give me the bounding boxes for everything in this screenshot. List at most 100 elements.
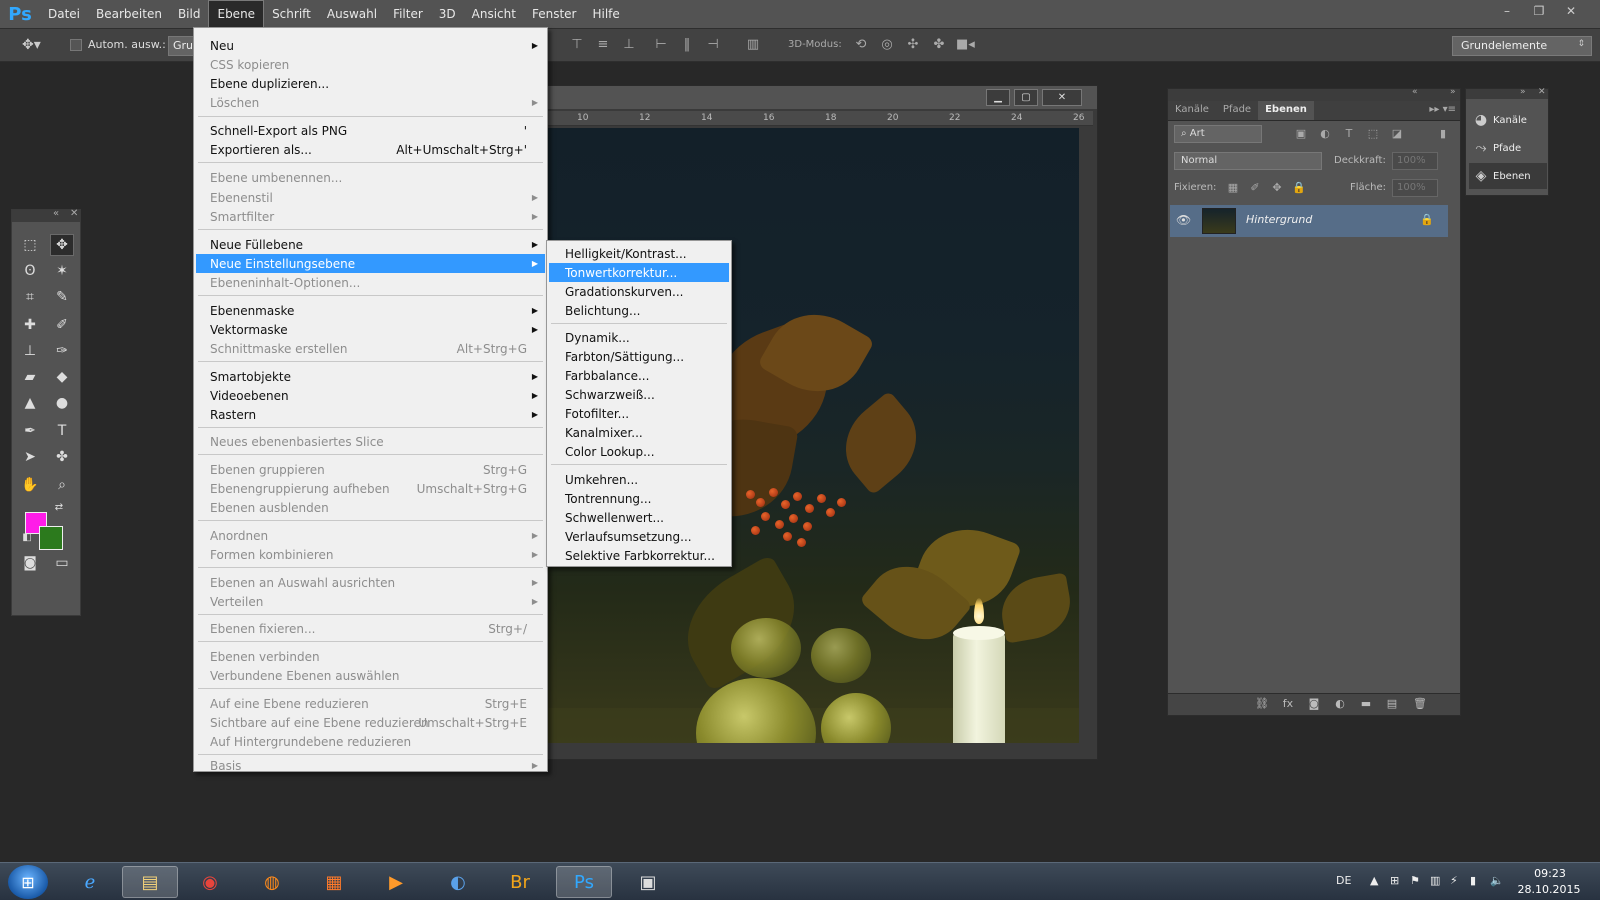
healing-brush-icon[interactable]: ✚	[18, 314, 42, 336]
layer-style-fx-icon[interactable]: fx	[1280, 697, 1296, 713]
dock-pfade[interactable]: ⤳ Pfade	[1469, 135, 1547, 161]
filter-smartobject-icon[interactable]: ◪	[1390, 127, 1404, 141]
globe-app-icon[interactable]: ◐	[430, 866, 486, 898]
menu-item-basis[interactable]: Basis ▶	[196, 759, 545, 773]
brush-tool-icon[interactable]: ✐	[50, 314, 74, 336]
menu-item-rastern[interactable]: Rastern ▶	[196, 405, 545, 424]
doc-minimize-icon[interactable]: ▁	[986, 89, 1010, 106]
swap-colors-icon[interactable]: ⇄	[52, 500, 66, 514]
menu-item-ebenenstil[interactable]: Ebenenstil ▶	[196, 188, 545, 207]
menu-item-ebenen-verbinden[interactable]: Ebenen verbinden	[196, 647, 545, 666]
horizontal-ruler[interactable]: 10 12 14 16 18 20 22 24 26	[540, 111, 1093, 126]
filter-type-icon[interactable]: T	[1342, 127, 1356, 141]
submenu-item-fotofilter[interactable]: Fotofilter...	[549, 404, 729, 423]
menu-item-ebene-umbenennen[interactable]: Ebene umbenennen...	[196, 168, 545, 187]
photoshop-taskbar-icon[interactable]: Ps	[556, 866, 612, 898]
tray-expand-icon[interactable]: ▲	[1370, 874, 1378, 887]
menu-item-ausrichten[interactable]: Ebenen an Auswahl ausrichten ▶	[196, 573, 545, 592]
eraser-tool-icon[interactable]: ▰	[18, 366, 42, 388]
menu-item-sichtbare-reduzieren[interactable]: Sichtbare auf eine Ebene reduzieren Umsch…	[196, 713, 545, 732]
menu-item-exportieren-als[interactable]: Exportieren als... Alt+Umschalt+Strg+'	[196, 140, 545, 159]
delete-layer-icon[interactable]: 🗑	[1412, 697, 1428, 713]
language-indicator[interactable]: DE	[1336, 874, 1351, 887]
marquee-tool-icon[interactable]: ⬚	[18, 234, 42, 256]
media-player-icon[interactable]: ▶	[368, 866, 424, 898]
close-panel-icon[interactable]: ✕	[70, 208, 78, 219]
menu-item-ebenenmaske[interactable]: Ebenenmaske ▶	[196, 301, 545, 320]
tray-power-icon[interactable]: ⚡	[1450, 874, 1458, 887]
menu-item-gruppierung-aufheben[interactable]: Ebenengruppierung aufheben Umschalt+Strg+…	[196, 479, 545, 498]
lock-pixels-icon[interactable]: ✐	[1248, 181, 1262, 195]
start-button[interactable]: ⊞	[8, 865, 48, 899]
blur-tool-icon[interactable]: ▲	[18, 392, 42, 414]
lock-transparency-icon[interactable]: ▦	[1226, 181, 1240, 195]
clipboard-app-icon[interactable]: ▣	[620, 866, 676, 898]
crop-tool-icon[interactable]: ⌗	[18, 286, 42, 308]
menu-item-loeschen[interactable]: Löschen ▶	[196, 93, 545, 112]
submenu-item-tonwertkorrektur[interactable]: Tonwertkorrektur...	[549, 263, 729, 282]
dock-kanaele[interactable]: ◕ Kanäle	[1469, 107, 1547, 133]
menu-datei[interactable]: Datei	[40, 0, 88, 28]
shape-tool-icon[interactable]: ✤	[50, 446, 74, 468]
paint-bucket-icon[interactable]: ◆	[50, 366, 74, 388]
menu-item-vektormaske[interactable]: Vektormaske ▶	[196, 320, 545, 339]
menu-3d[interactable]: 3D	[431, 0, 464, 28]
doc-close-icon[interactable]: ✕	[1042, 89, 1082, 106]
submenu-item-schwarzweiss[interactable]: Schwarzweiß...	[549, 385, 729, 404]
menu-item-verbundene-auswaehlen[interactable]: Verbundene Ebenen auswählen	[196, 666, 545, 685]
submenu-item-farbbalance[interactable]: Farbbalance...	[549, 366, 729, 385]
submenu-item-verlaufsumsetzung[interactable]: Verlaufsumsetzung...	[549, 527, 729, 546]
collapse-icon[interactable]: «	[1412, 87, 1418, 97]
dock-ebenen[interactable]: ◈ Ebenen	[1469, 163, 1547, 189]
auto-select-checkbox[interactable]	[70, 39, 82, 51]
blend-mode-dropdown[interactable]: Normal	[1174, 152, 1322, 170]
close-panel-icon[interactable]: ✕	[1538, 87, 1546, 97]
menu-item-ebene-duplizieren[interactable]: Ebene duplizieren...	[196, 74, 545, 93]
quick-mask-icon[interactable]: ◙	[18, 552, 42, 574]
3d-pan-icon[interactable]: ✣	[904, 37, 922, 55]
tab-ebenen[interactable]: Ebenen	[1258, 101, 1314, 120]
pen-tool-icon[interactable]: ✒	[18, 420, 42, 442]
menu-item-schnell-export[interactable]: Schnell-Export als PNG '	[196, 121, 545, 140]
hand-tool-icon[interactable]: ✋	[18, 474, 42, 496]
new-group-icon[interactable]: ▬	[1358, 697, 1374, 713]
align-right-icon[interactable]: ⊣	[704, 37, 722, 55]
align-top-icon[interactable]: ⊤	[568, 37, 586, 55]
menu-fenster[interactable]: Fenster	[524, 0, 585, 28]
submenu-item-farbton-saettigung[interactable]: Farbton/Sättigung...	[549, 347, 729, 366]
align-left-icon[interactable]: ⊢	[652, 37, 670, 55]
tray-network-icon[interactable]: ▮	[1470, 874, 1476, 887]
visibility-eye-icon[interactable]: 👁	[1176, 213, 1194, 229]
3d-roll-icon[interactable]: ◎	[878, 37, 896, 55]
submenu-item-gradationskurven[interactable]: Gradationskurven...	[549, 282, 729, 301]
minimize-button[interactable]: –	[1494, 2, 1520, 20]
clock-time[interactable]: 09:23	[1530, 867, 1570, 880]
filter-toggle-icon[interactable]: ▮	[1436, 127, 1450, 141]
menu-item-css-kopieren[interactable]: CSS kopieren	[196, 55, 545, 74]
menu-bearbeiten[interactable]: Bearbeiten	[88, 0, 170, 28]
menu-bild[interactable]: Bild	[170, 0, 209, 28]
menu-item-ebenen-ausblenden[interactable]: Ebenen ausblenden	[196, 498, 545, 517]
filter-adjustment-icon[interactable]: ◐	[1318, 127, 1332, 141]
dodge-tool-icon[interactable]: ●	[50, 392, 74, 414]
tab-pfade[interactable]: Pfade	[1216, 101, 1258, 120]
layer-row-hintergrund[interactable]: 👁 Hintergrund 🔒	[1170, 205, 1448, 237]
close-button[interactable]: ✕	[1558, 2, 1584, 20]
tools-panel-header[interactable]: « ✕	[12, 208, 80, 222]
add-mask-icon[interactable]: ◙	[1306, 697, 1322, 713]
menu-item-auf-eine-ebene-reduzieren[interactable]: Auf eine Ebene reduzieren Strg+E	[196, 694, 545, 713]
align-horizontal-center-icon[interactable]: ‖	[678, 37, 696, 55]
auto-align-icon[interactable]: ▥	[744, 37, 762, 55]
lasso-tool-icon[interactable]: ʘ	[18, 260, 42, 282]
zoom-tool-icon[interactable]: ⌕	[50, 474, 74, 496]
doc-maximize-icon[interactable]: ▢	[1014, 89, 1038, 106]
menu-hilfe[interactable]: Hilfe	[584, 0, 627, 28]
tray-flag-icon[interactable]: ⚑	[1410, 874, 1420, 887]
opacity-input[interactable]: 100%	[1392, 152, 1438, 170]
menu-item-neue-fuellebene[interactable]: Neue Füllebene ▶	[196, 235, 545, 254]
menu-ansicht[interactable]: Ansicht	[464, 0, 524, 28]
align-bottom-icon[interactable]: ⊥	[620, 37, 638, 55]
panel-menu-icon[interactable]: ▸▸ ▾≡	[1429, 104, 1456, 115]
clock-date[interactable]: 28.10.2015	[1516, 883, 1582, 896]
move-tool-icon[interactable]: ✥	[50, 234, 74, 256]
